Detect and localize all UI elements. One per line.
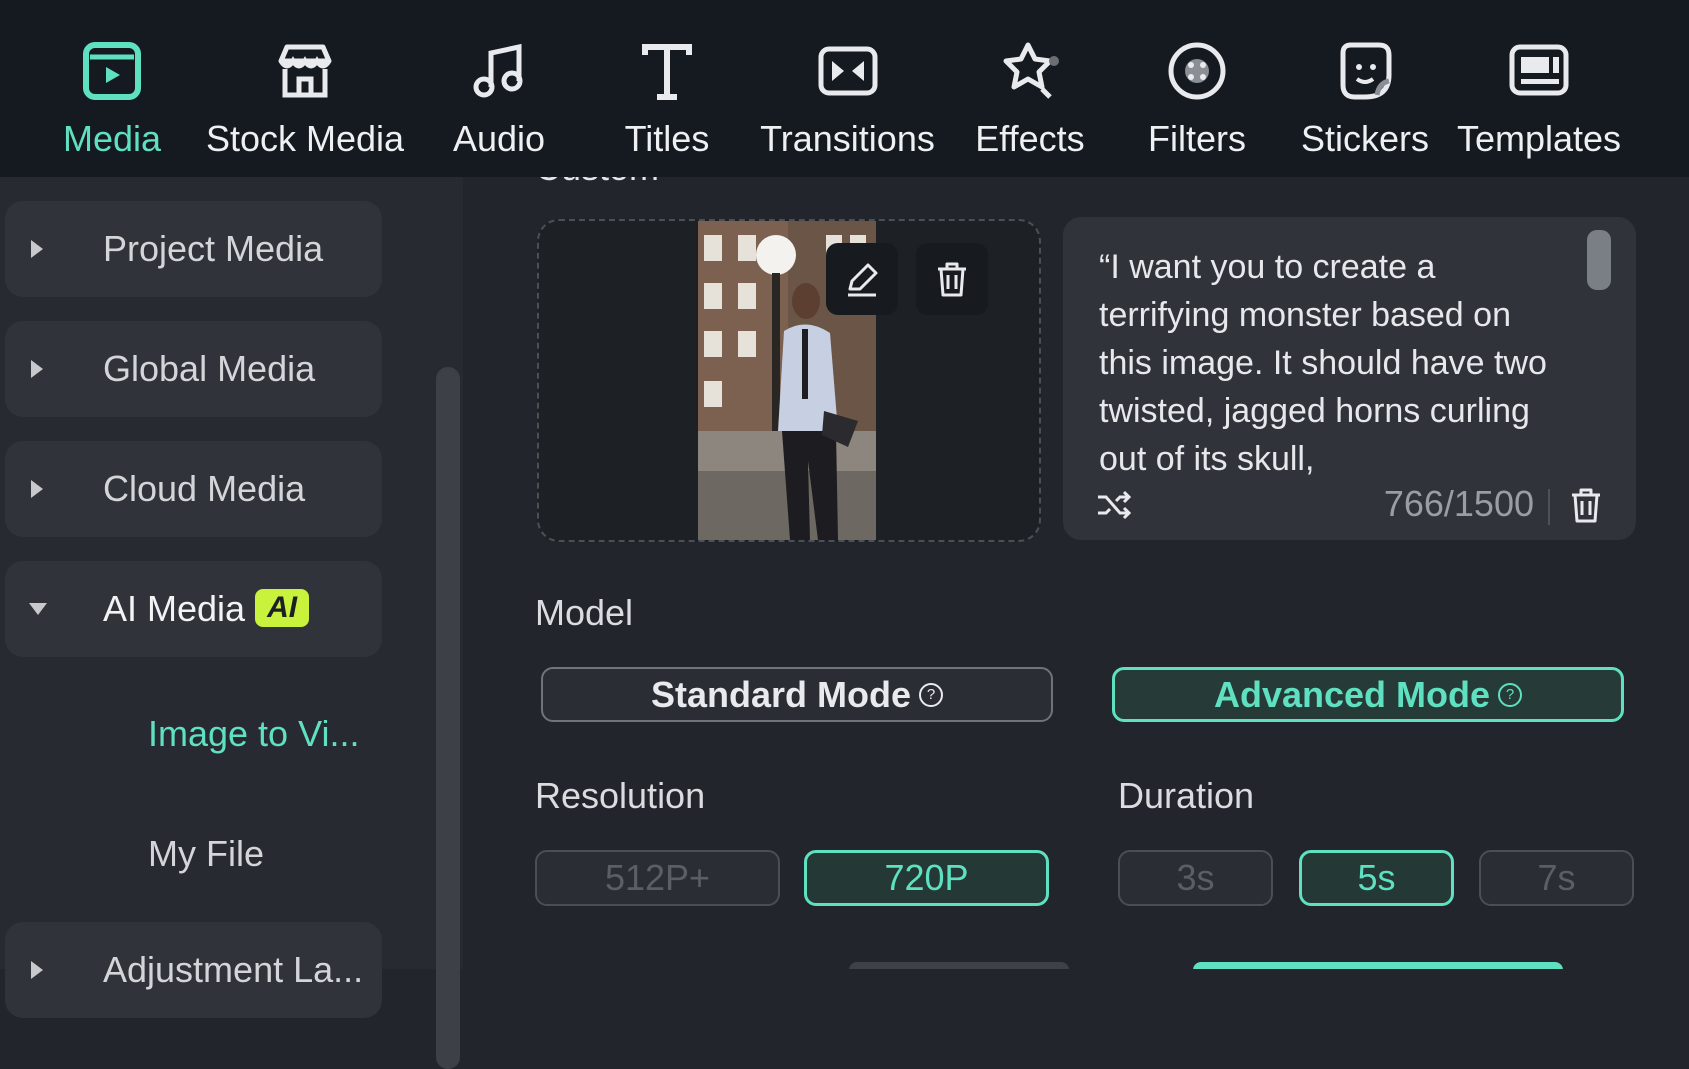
sidebar-item-project-media[interactable]: Project Media [5,201,382,297]
resolution-512p-button[interactable]: 512P+ [535,850,780,906]
caret-right-icon [31,360,43,378]
store-icon [270,36,340,106]
generate-button-partial[interactable] [1193,962,1563,969]
bottom-button-partial[interactable] [849,962,1069,969]
tab-effects-label: Effects [975,118,1085,159]
edit-image-button[interactable] [826,243,898,315]
prompt-textarea[interactable]: “I want you to create a terrifying monst… [1063,217,1636,540]
tab-stickers[interactable]: Stickers [1300,36,1430,166]
tab-media[interactable]: Media [62,36,162,166]
transition-icon [813,36,883,106]
image-upload-box[interactable] [537,219,1041,542]
sticker-icon [1330,36,1400,106]
sidebar-subitem-my-file[interactable]: My File [148,833,264,875]
sidebar-item-ai-media[interactable]: AI Media AI [5,561,382,657]
sidebar-scrollbar[interactable] [436,367,460,1069]
standard-mode-label: Standard Mode [650,673,911,715]
advanced-mode-button[interactable]: Advanced Mode ? [1112,667,1624,722]
tab-transitions-label: Transitions [760,118,935,159]
tab-effects[interactable]: Effects [975,36,1085,166]
duration-5s-button[interactable]: 5s [1299,850,1454,906]
music-note-icon [464,36,534,106]
clear-prompt-trash-icon[interactable] [1566,485,1606,525]
tab-filters[interactable]: Filters [1147,36,1247,166]
tab-templates[interactable]: Templates [1456,36,1622,166]
sidebar-subitem-image-to-video[interactable]: Image to Vi... [148,713,359,755]
resolution-720p-button[interactable]: 720P [804,850,1049,906]
duration-3s-button[interactable]: 3s [1118,850,1273,906]
top-toolbar: Media Stock Media Audio Titles Transitio… [0,0,1689,177]
sidebar-item-label: Global Media [103,348,316,389]
divider [1548,489,1550,525]
sidebar-item-global-media[interactable]: Global Media [5,321,382,417]
tab-filters-label: Filters [1148,118,1246,159]
sidebar-item-adjustment-layer[interactable]: Adjustment La... [5,922,382,1018]
duration-label: Duration [1118,775,1255,816]
caret-right-icon [31,240,43,258]
main-panel: Custom [487,177,1689,969]
caret-right-icon [31,480,43,498]
tab-audio[interactable]: Audio [445,36,553,166]
filter-circle-icon [1162,36,1232,106]
sidebar-item-cloud-media[interactable]: Cloud Media [5,441,382,537]
delete-image-button[interactable] [916,243,988,315]
ai-media-label: AI Media [103,588,246,629]
tab-audio-label: Audio [452,118,546,159]
tab-titles[interactable]: Titles [617,36,717,166]
tab-templates-label: Templates [1456,118,1622,159]
help-icon[interactable]: ? [1498,682,1523,707]
duration-7s-button[interactable]: 7s [1479,850,1634,906]
effects-star-icon [995,36,1065,106]
tab-titles-label: Titles [624,118,710,159]
sidebar-item-label: Project Media [103,228,324,269]
pencil-icon [848,263,878,297]
section-title: Custom [535,177,659,189]
tab-stock-media-label: Stock Media [205,118,405,159]
standard-mode-button[interactable]: Standard Mode ? [541,667,1053,722]
tab-transitions[interactable]: Transitions [760,36,935,166]
prompt-scrollbar[interactable] [1587,230,1611,290]
model-label: Model [535,592,634,633]
ai-badge: AI [255,589,310,627]
help-icon[interactable]: ? [919,682,943,707]
prompt-text[interactable]: “I want you to create a terrifying monst… [1099,243,1569,483]
resolution-label: Resolution [535,775,706,816]
sidebar-item-label: Adjustment La... [103,949,364,990]
sidebar-item-label: AI Media AI [103,588,310,630]
text-t-icon [632,36,702,106]
template-icon [1504,36,1574,106]
tab-stickers-label: Stickers [1300,118,1430,159]
prompt-character-count: 766/1500 [1383,483,1534,524]
advanced-mode-label: Advanced Mode [1213,673,1491,715]
sidebar: Project Media Global Media Cloud Media A… [0,177,463,1069]
tab-stock-media[interactable]: Stock Media [205,36,405,166]
media-icon [77,36,147,106]
sidebar-item-label: Cloud Media [103,468,306,509]
shuffle-icon[interactable] [1094,485,1134,525]
caret-down-icon [29,603,47,615]
tab-media-label: Media [62,118,162,159]
caret-right-icon [31,961,43,979]
trash-icon [938,262,966,297]
